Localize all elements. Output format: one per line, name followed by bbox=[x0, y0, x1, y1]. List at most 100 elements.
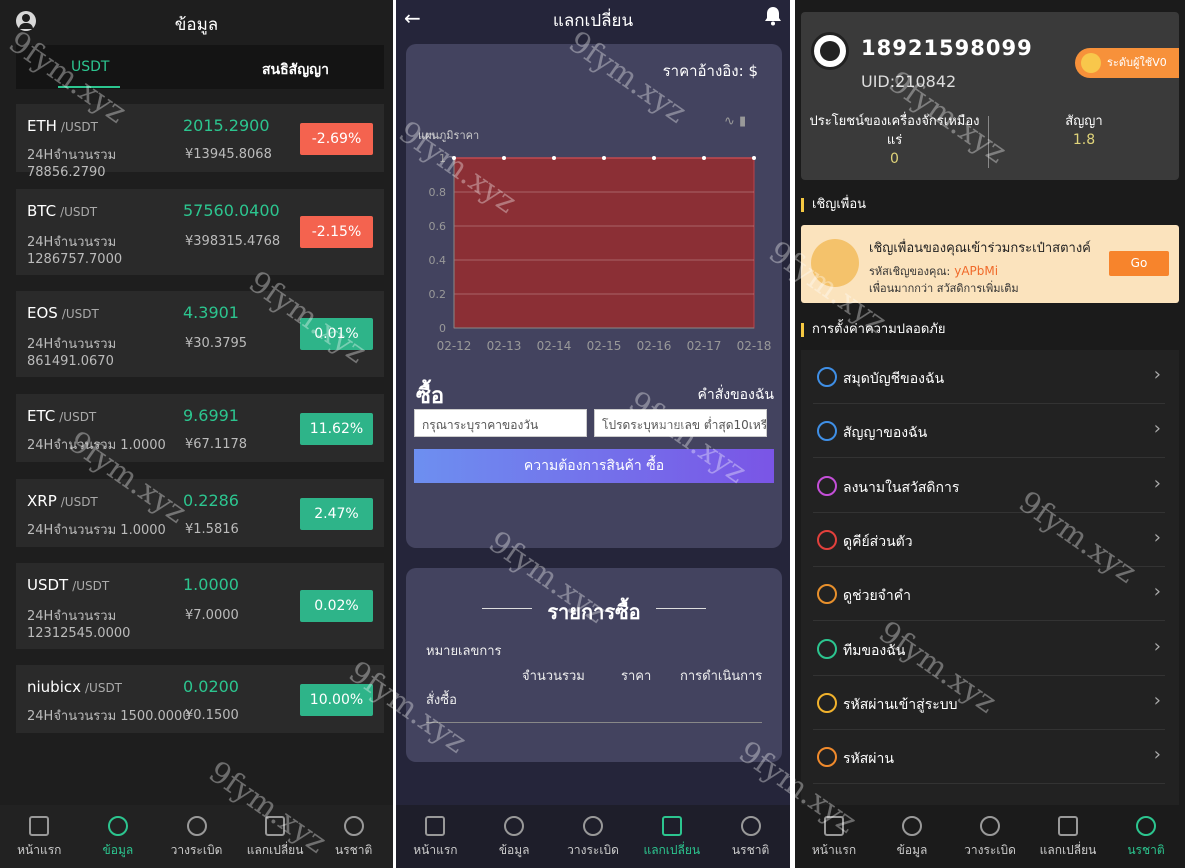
nav-airdrop[interactable]: วางระเบิด bbox=[158, 805, 236, 868]
col-action: การดำเนินการ bbox=[680, 669, 763, 684]
menu-item[interactable]: ดูคีย์ส่วนตัว › bbox=[813, 513, 1165, 567]
nav-exchange[interactable]: แลกเปลี่ยน bbox=[236, 805, 314, 868]
chevron-right-icon: › bbox=[1153, 635, 1161, 657]
col-price: ราคา bbox=[621, 669, 652, 684]
nav-profile[interactable]: นรชาติ bbox=[315, 805, 393, 868]
user-icon bbox=[1136, 816, 1156, 836]
nav-home[interactable]: หน้าแรก bbox=[0, 805, 78, 868]
coin-price: 2015.2900 bbox=[183, 116, 270, 135]
menu-item[interactable]: สัญญาของฉัน › bbox=[813, 404, 1165, 459]
star-icon bbox=[817, 475, 837, 496]
change-badge[interactable]: 0.02% bbox=[300, 590, 373, 622]
buy-button[interactable]: ความต้องการสินค้า ซื้อ bbox=[414, 449, 774, 483]
menu-label: รหัสผ่านเข้าสู่ระบบ bbox=[843, 696, 958, 713]
market-panel: ข้อมูล USDT สนธิสัญญา ETH/USDT 2015.2900… bbox=[0, 0, 393, 868]
compass-icon bbox=[504, 816, 525, 836]
security-section-title: การตั้งค่าความปลอดภัย bbox=[801, 323, 945, 337]
nav-label: หน้าแรก bbox=[811, 843, 857, 857]
price-chart: 0 0.2 0.4 0.6 0.8 1 02-12 02-13 02-14 02-15 02-16 0… bbox=[429, 152, 772, 353]
tab-contract[interactable]: สนธิสัญญา bbox=[262, 59, 329, 81]
nav-data[interactable]: ข้อมูล bbox=[79, 805, 157, 868]
coin-volume: 24Hจำนวนรวม 1286757.7000 bbox=[27, 235, 123, 267]
wallet-key-icon bbox=[817, 529, 837, 550]
nav-home[interactable]: หน้าแรก bbox=[396, 805, 474, 868]
menu-item[interactable]: ลงนามในสวัสดิการ › bbox=[813, 459, 1165, 513]
go-button[interactable]: Go bbox=[1109, 251, 1169, 276]
tab-usdt[interactable]: USDT bbox=[71, 59, 109, 75]
nav-label: แลกเปลี่ยน bbox=[643, 843, 701, 857]
coin-row[interactable]: ETH/USDT 2015.2900 24Hจำนวนรวม 78856.279… bbox=[16, 104, 384, 180]
coin-name: ETC/USDT bbox=[27, 407, 96, 425]
nav-airdrop[interactable]: วางระเบิด bbox=[554, 805, 632, 868]
col-order-no-2: สั่งซื้อ bbox=[426, 693, 457, 708]
nav-exchange[interactable]: แลกเปลี่ยน bbox=[1029, 805, 1107, 868]
quantity-input[interactable]: โปรดระบุหมายเลข ต่ำสุด10เหรียญ bbox=[594, 409, 767, 437]
x-tick-label: 02-14 bbox=[537, 339, 572, 353]
menu-item[interactable]: สมุดบัญชีของฉัน › bbox=[813, 350, 1165, 404]
nav-data[interactable]: ข้อมูล bbox=[873, 805, 951, 868]
x-tick-label: 02-13 bbox=[487, 339, 522, 353]
my-orders-link[interactable]: คำสั่งของฉัน bbox=[697, 384, 774, 406]
change-badge[interactable]: 2.47% bbox=[300, 498, 373, 530]
coin-symbol: niubicx bbox=[27, 678, 81, 696]
friends-icon bbox=[811, 239, 859, 287]
menu-label: รหัสผ่าน bbox=[843, 751, 894, 768]
nav-data[interactable]: ข้อมูล bbox=[475, 805, 553, 868]
coin-symbol: ETH bbox=[27, 117, 57, 135]
nav-label: นรชาติ bbox=[731, 843, 770, 857]
menu-item[interactable]: รหัสผ่านเข้าสู่ระบบ › bbox=[813, 676, 1165, 730]
coin-pair: /USDT bbox=[60, 120, 98, 134]
coin-cny-price: ¥0.1500 bbox=[185, 708, 239, 723]
bottom-nav: หน้าแรก ข้อมูล วางระเบิด แลกเปลี่ยน นรชาติ bbox=[795, 805, 1185, 868]
invite-code-row: รหัสเชิญของคุณ: yAPbMi bbox=[869, 262, 998, 280]
data-point bbox=[702, 156, 706, 160]
contract-stat: สัญญา 1.8 bbox=[989, 112, 1179, 150]
menu-item[interactable]: ทีมของฉัน › bbox=[813, 622, 1165, 676]
avatar[interactable] bbox=[811, 32, 849, 70]
coin-price: 1.0000 bbox=[183, 575, 239, 594]
coin-pair: /USDT bbox=[85, 681, 123, 695]
price-input[interactable]: กรุณาระบุราคาของวัน bbox=[414, 409, 587, 437]
nav-home[interactable]: หน้าแรก bbox=[795, 805, 873, 868]
nav-profile[interactable]: นรชาติ bbox=[1107, 805, 1185, 868]
trade-card: ราคาอ้างอิง: $ แผนภูมิราคา ∿ ▮ 0 0.2 0.4 0.… bbox=[406, 44, 782, 548]
line-chart-icon[interactable]: ∿ bbox=[724, 114, 735, 129]
change-badge[interactable]: 0.01% bbox=[300, 318, 373, 350]
coin-row[interactable]: XRP/USDT 0.2286 24Hจำนวนรวม 1.0000 ¥1.58… bbox=[16, 479, 384, 547]
area-fill bbox=[453, 157, 755, 329]
change-badge[interactable]: 10.00% bbox=[300, 684, 373, 716]
nav-label: วางระเบิด bbox=[964, 843, 1016, 857]
menu-label: ทีมของฉัน bbox=[843, 642, 906, 659]
coin-volume: 24Hจำนวนรวม 12312545.0000 bbox=[27, 609, 131, 641]
divider bbox=[426, 722, 762, 723]
chart-title: แผนภูมิราคา bbox=[418, 129, 480, 142]
change-badge[interactable]: 11.62% bbox=[300, 413, 373, 445]
coin-row[interactable]: niubicx/USDT 0.0200 24Hจำนวนรวม 1500.000… bbox=[16, 665, 384, 733]
change-badge[interactable]: -2.69% bbox=[300, 123, 373, 155]
coin-row[interactable]: USDT/USDT 1.0000 24Hจำนวนรวม 12312545.00… bbox=[16, 563, 384, 649]
page-title: ข้อมูล bbox=[174, 15, 219, 35]
menu-label: สมุดบัญชีของฉัน bbox=[843, 371, 945, 387]
orders-card: รายการซื้อ หมายเลขการ จำนวนรวม ราคา การด… bbox=[406, 568, 782, 762]
coin-cny-price: ¥1.5816 bbox=[185, 522, 239, 537]
coin-row[interactable]: EOS/USDT 4.3901 24Hจำนวนรวม 861491.0670 … bbox=[16, 291, 384, 377]
user-id: UID:210842 bbox=[861, 72, 957, 91]
coin-pair: /USDT bbox=[60, 205, 98, 219]
y-tick-label: 0.6 bbox=[429, 220, 447, 233]
bell-icon[interactable] bbox=[764, 6, 782, 26]
coin-cny-price: ¥30.3795 bbox=[185, 336, 248, 351]
col-order-no: หมายเลขการ bbox=[426, 644, 502, 659]
share-icon bbox=[980, 816, 1000, 836]
coin-row[interactable]: ETC/USDT 9.6991 24Hจำนวนรวม 1.0000 ¥67.1… bbox=[16, 394, 384, 462]
chart-type-switch: ∿ ▮ bbox=[724, 114, 746, 129]
bar-chart-icon[interactable]: ▮ bbox=[739, 114, 746, 129]
coin-row[interactable]: BTC/USDT 57560.0400 24Hจำนวนรวม 1286757.… bbox=[16, 189, 384, 275]
menu-item[interactable]: รหัสผ่าน › bbox=[813, 730, 1165, 785]
menu-item[interactable]: ดูช่วยจำคำ › bbox=[813, 567, 1165, 622]
change-badge[interactable]: -2.15% bbox=[300, 216, 373, 248]
data-point bbox=[602, 156, 606, 160]
nav-airdrop[interactable]: วางระเบิด bbox=[951, 805, 1029, 868]
nav-exchange[interactable]: แลกเปลี่ยน bbox=[633, 805, 711, 868]
profile-card: 18921598099 UID:210842 ระดับผู้ใช้V0 ประ… bbox=[801, 12, 1179, 180]
nav-profile[interactable]: นรชาติ bbox=[712, 805, 790, 868]
